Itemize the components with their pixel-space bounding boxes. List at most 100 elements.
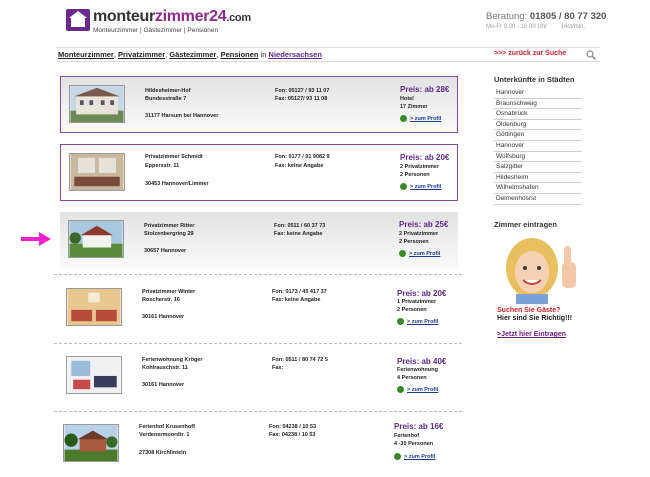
listing-type: Hotel — [400, 96, 414, 102]
listing-capacity: 4 -30 Personen — [394, 441, 434, 447]
profile-link[interactable]: > zum Profil — [400, 183, 441, 190]
listing-street: Stolzenbergring 29 — [144, 231, 194, 237]
listing-capacity: 4 Personen — [397, 375, 427, 381]
listing-card[interactable]: Privatzimmer Ritter Stolzenbergring 29 3… — [54, 212, 462, 275]
city-list: Hannover Braunschweig Osnabrück Oldenbur… — [494, 88, 582, 205]
listing-card[interactable]: Ferienhof Krusenhoff Verdenermoordtr. 1 … — [60, 418, 458, 470]
logo-prefix: monteur — [93, 8, 155, 25]
crumb-pensionen[interactable]: Pensionen — [221, 50, 259, 59]
listing-fax: Fax: — [272, 365, 284, 371]
city-link[interactable]: Osnabrück — [494, 109, 582, 120]
crumb-monteurzimmer[interactable]: Monteurzimmer — [58, 50, 114, 59]
crumb-region[interactable]: Niedersachsen — [269, 50, 322, 59]
register-now-link[interactable]: >Jetzt hier Eintragen — [497, 331, 566, 338]
listing-price: Preis: ab 28€ — [400, 85, 450, 94]
hotline-hours: Mo-Fr 9.00 - 16.00 Uhr 14ct/min. — [486, 24, 585, 30]
back-to-search-link[interactable]: >>> zurück zur Suche — [494, 50, 566, 57]
hotline-number: 01805 / 80 77 320 — [529, 11, 607, 22]
listing-street: Kohlrauschstr. 11 — [142, 365, 188, 371]
listing-fax: Fax: keine Angabe — [272, 297, 321, 303]
listing-street: Roscherstr. 16 — [142, 297, 180, 303]
listing-type: Ferienhof — [394, 433, 420, 439]
listing-street: Eppersstr. 11 — [145, 163, 180, 169]
crumb-gaestezimmer[interactable]: Gästezimmer — [169, 50, 216, 59]
listing-fon: Fon: 0511 / 80 74 72 5 — [272, 357, 328, 363]
listing-street: Verdenermoordtr. 1 — [139, 432, 190, 438]
rate-text: 14ct/min. — [560, 24, 586, 30]
listing-city: 31177 Harsum bei Hannover — [145, 113, 219, 119]
listing-price: Preis: ab 25€ — [399, 220, 449, 229]
listing-card[interactable]: Ferienwohnung Kröger Kohlrauschstr. 11 3… — [54, 349, 462, 412]
city-link[interactable]: Oldenburg — [494, 120, 582, 131]
city-link[interactable]: Delmenhosrst — [494, 194, 582, 205]
city-link[interactable]: Hannover — [494, 141, 582, 152]
listing-fax: Fax: keine Angabe — [275, 163, 324, 169]
listing-fon: Fon: 0511 / 60 37 73 — [274, 223, 326, 229]
listing-name: Hildesheimer-Hof — [145, 88, 191, 94]
city-link[interactable]: Hildesheim — [494, 173, 582, 184]
promo-tagline: Hier sind Sie Richtig!!! — [497, 315, 573, 322]
listing-persons: 2 Personen — [397, 307, 427, 313]
crumb-privatzimmer[interactable]: Privatzimmer — [118, 50, 165, 59]
cities-heading: Unterkünfte in Städten — [494, 75, 575, 84]
listing-city: 30657 Hannover — [144, 248, 187, 254]
profile-link[interactable]: > zum Profil — [400, 115, 441, 122]
listing-capacity: 1 Privatzimmer — [397, 299, 437, 305]
listing-photo[interactable] — [66, 288, 122, 326]
listing-city: 30161 Hannover — [142, 382, 185, 388]
logo-tagline: Monteurzimmer | Gästezimmer | Pensionen — [93, 27, 219, 34]
listing-fon: Fon: 04238 / 10 53 — [269, 424, 317, 430]
listing-street: Bundesstraße 7 — [145, 96, 187, 102]
logo-accent: zimmer24 — [154, 8, 227, 25]
listing-fon: Fon: 0177 / 91 9082 9 — [275, 154, 330, 160]
city-link[interactable]: Wolfsburg — [494, 152, 582, 163]
promo-heading: Zimmer eintragen — [494, 220, 557, 229]
listing-photo[interactable] — [69, 153, 125, 191]
listing-name: Ferienwohnung Kröger — [142, 357, 203, 363]
house-logo-icon — [66, 9, 90, 31]
listing-fon: Fon: 0173 / 45 417 37 — [272, 289, 327, 295]
pointer-arrow-icon — [21, 232, 51, 246]
listing-name: Privatzimmer Ritter — [144, 223, 195, 229]
smiling-woman-thumbs-up-image — [494, 232, 588, 304]
listing-photo[interactable] — [66, 356, 122, 394]
listing-photo[interactable] — [68, 220, 124, 258]
listing-photo[interactable] — [63, 424, 119, 462]
city-link[interactable]: Wilhelmshafen — [494, 183, 582, 194]
listing-fax: Fax: keine Angabe — [274, 231, 323, 237]
hotline: Beratung: 01805 / 80 77 320 — [486, 11, 606, 22]
crumb-in: in — [260, 50, 267, 59]
listing-city: 27308 Kirchlinteln — [139, 450, 187, 456]
profile-link[interactable]: > zum Profil — [397, 318, 438, 325]
listing-price: Preis: ab 20€ — [397, 289, 447, 298]
listing-name: Privatzimmer Schmidt — [145, 154, 203, 160]
city-link[interactable]: Göttingen — [494, 130, 582, 141]
promo-question: Suchen Sie Gäste? — [497, 307, 561, 314]
profile-link[interactable]: > zum Profil — [397, 386, 438, 393]
listing-city: 30453 Hannover/Limmer — [145, 181, 209, 187]
listing-capacity: 2 Privatzimmer — [399, 231, 439, 237]
hours-text: Mo-Fr 9.00 - 16.00 Uhr — [486, 24, 548, 30]
city-link[interactable]: Salzgitter — [494, 162, 582, 173]
profile-link[interactable]: > zum Profil — [399, 250, 440, 257]
listing-card[interactable]: Privatzimmer Schmidt Eppersstr. 11 30453… — [60, 144, 458, 201]
profile-link[interactable]: > zum Profil — [394, 453, 435, 460]
search-icon[interactable] — [586, 50, 596, 60]
listing-type: Ferienwohnung — [397, 367, 438, 373]
listing-fax: Fax: 05127/ 93 11 08 — [275, 96, 328, 102]
listing-fon: Fon: 05127 / 93 11 07 — [275, 88, 330, 94]
breadcrumb: Monteurzimmer, Privatzimmer, Gästezimmer… — [58, 50, 322, 59]
listing-capacity: 2 Privatzimmer — [400, 164, 440, 170]
hotline-label: Beratung: — [486, 11, 528, 22]
listing-card[interactable]: Privatzimmer Winter Roscherstr. 16 30161… — [54, 281, 462, 344]
city-link[interactable]: Braunschweig — [494, 99, 582, 110]
logo-domain: .com — [226, 12, 251, 24]
listing-persons: 2 Personen — [399, 239, 429, 245]
city-link[interactable]: Hannover — [494, 88, 582, 99]
listing-price: Preis: ab 40€ — [397, 357, 447, 366]
listing-city: 30161 Hannover — [142, 314, 185, 320]
site-logo[interactable]: monteurzimmer24.com Monteurzimmer | Gäst… — [66, 9, 251, 34]
listing-persons: 2 Personen — [400, 172, 430, 178]
listing-photo[interactable] — [69, 85, 125, 123]
listing-card[interactable]: Hildesheimer-Hof Bundesstraße 7 31177 Ha… — [60, 76, 458, 133]
